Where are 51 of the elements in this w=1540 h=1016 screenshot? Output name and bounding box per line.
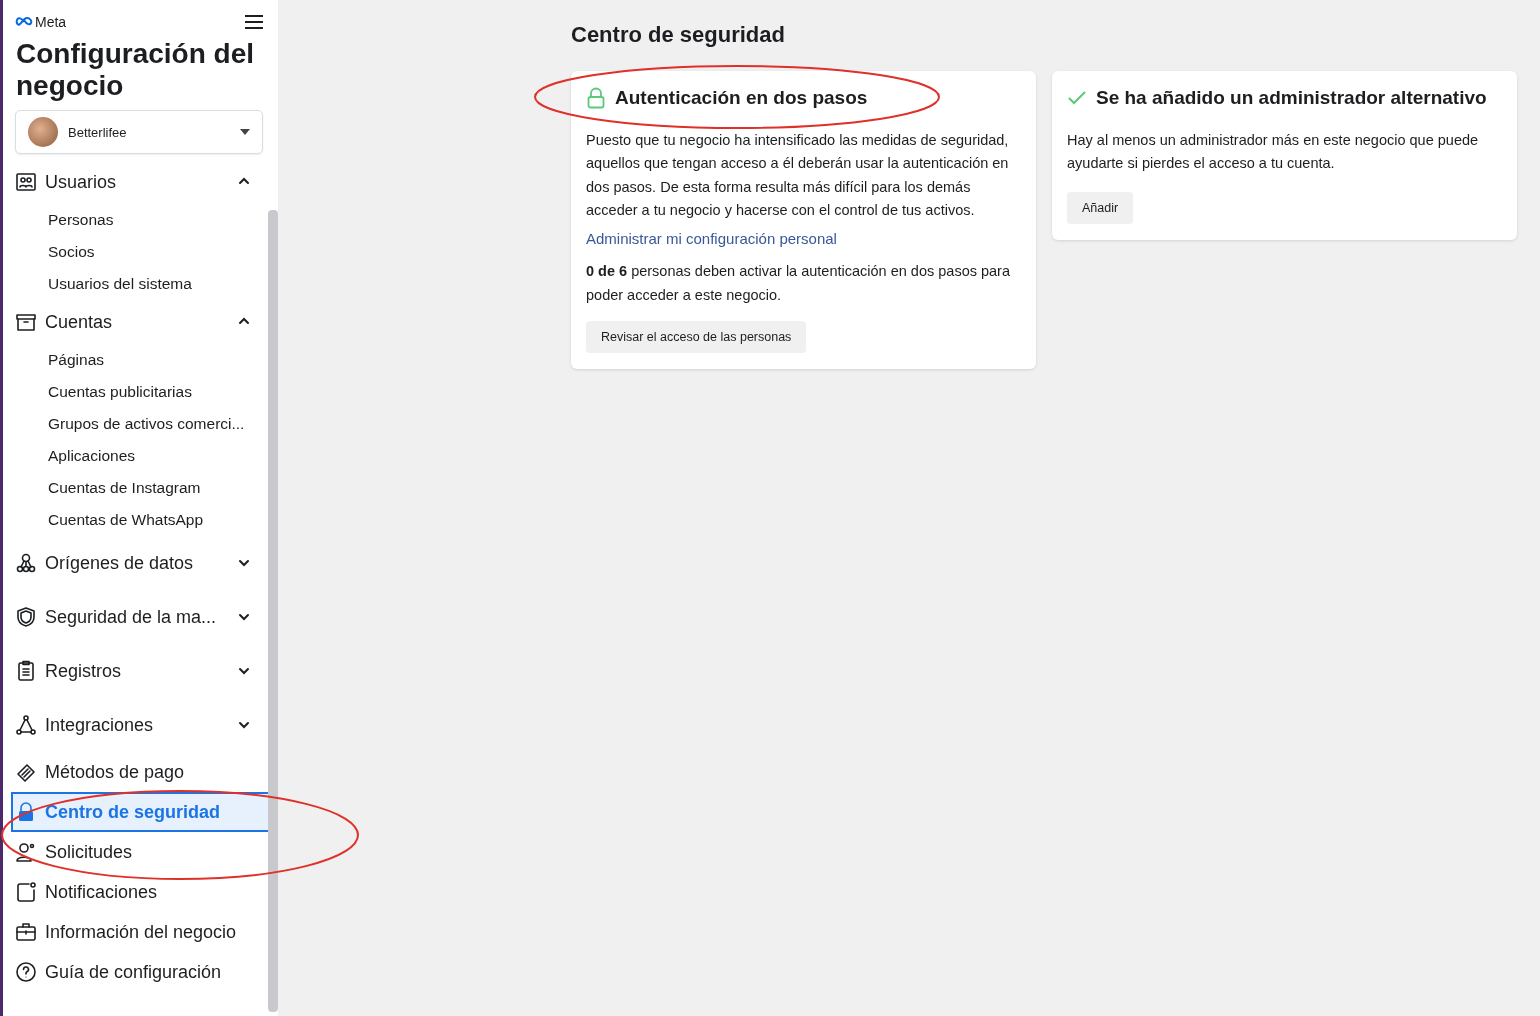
question-icon (15, 961, 37, 983)
card-button[interactable]: Añadir (1067, 191, 1134, 224)
nav-section-header[interactable]: Registros (15, 644, 268, 698)
people-board-icon (15, 171, 37, 193)
triangle-nodes-icon (15, 714, 37, 736)
nav-item[interactable]: Guía de configuración (11, 952, 268, 992)
lock-icon (586, 87, 606, 109)
infinity-logo-icon (15, 17, 33, 27)
card-title: Autenticación en dos pasos (615, 87, 868, 109)
nav-section-header[interactable]: Orígenes de datos (15, 536, 268, 590)
nav-section-header[interactable]: Seguridad de la ma... (15, 590, 268, 644)
section-heading: Centro de seguridad (571, 22, 786, 48)
nav-section-header[interactable]: Integraciones (15, 698, 268, 752)
nav-subitem[interactable]: Usuarios del sistema (15, 268, 268, 300)
brand-name: Meta (35, 14, 67, 30)
nav-item[interactable]: Solicitudes (11, 832, 268, 872)
nav-subitem[interactable]: Aplicaciones (15, 440, 268, 472)
nav-item[interactable]: Información del negocio (11, 912, 268, 952)
nav-subitem[interactable]: Socios (15, 236, 268, 268)
avatar (28, 117, 58, 147)
person-icon (15, 841, 37, 863)
card-description: Puesto que tu negocio ha intensificado las medidas de seguridad, aquellos que tengan acceso a él deberán usar la autenticación en dos pasos. De esta forma resulta más difícil para los demás acceder a tu negocio y hacerse con el control de tus activos. (586, 131, 1010, 220)
nav-subitem[interactable]: Personas (15, 204, 268, 236)
status-note: 0 de 6 personas deben activar la autenticación en dos pasos para poder acceder a este negocio. (586, 262, 1011, 306)
nav-item[interactable]: Notificaciones (11, 872, 268, 912)
clipboard-icon (15, 660, 37, 682)
nav-section-header[interactable]: Cuentas (15, 300, 268, 344)
connected-nodes-icon (15, 552, 37, 574)
nav-section-header[interactable]: Usuarios (15, 160, 268, 204)
nav-subitem[interactable]: Cuentas publicitarias (15, 376, 268, 408)
card-tag-icon (15, 761, 37, 783)
settings-link[interactable]: Administrar mi configuración personal (586, 230, 837, 248)
notification-square-icon (15, 881, 37, 903)
menu-icon[interactable] (244, 14, 264, 30)
page-heading: Configuración del negocio (16, 38, 255, 102)
nav-item[interactable]: Métodos de pago (11, 752, 268, 792)
archive-box-icon (15, 311, 37, 333)
card-title: Se ha añadido un administrador alternativo (1096, 87, 1487, 109)
briefcase-icon (15, 921, 37, 943)
nav-item[interactable]: Centro de seguridad (11, 792, 268, 832)
caret-icon (240, 129, 250, 135)
nav-subitem[interactable]: Páginas (15, 344, 268, 376)
card-description: Hay al menos un administrador más en este negocio que puede ayudarte si pierdes el acceso a tu cuenta. (1067, 131, 1480, 174)
check-icon (1067, 90, 1087, 106)
card-button[interactable]: Revisar el acceso de las personas (586, 321, 807, 354)
scrollbar-thumb[interactable] (268, 210, 278, 1012)
account-selector[interactable]: Betterlifee (15, 110, 263, 154)
nav-subitem[interactable]: Cuentas de WhatsApp (15, 504, 268, 536)
shield-icon (15, 606, 37, 628)
nav-subitem[interactable]: Cuentas de Instagram (15, 472, 268, 504)
nav-subitem[interactable]: Grupos de activos comerci... (15, 408, 268, 440)
